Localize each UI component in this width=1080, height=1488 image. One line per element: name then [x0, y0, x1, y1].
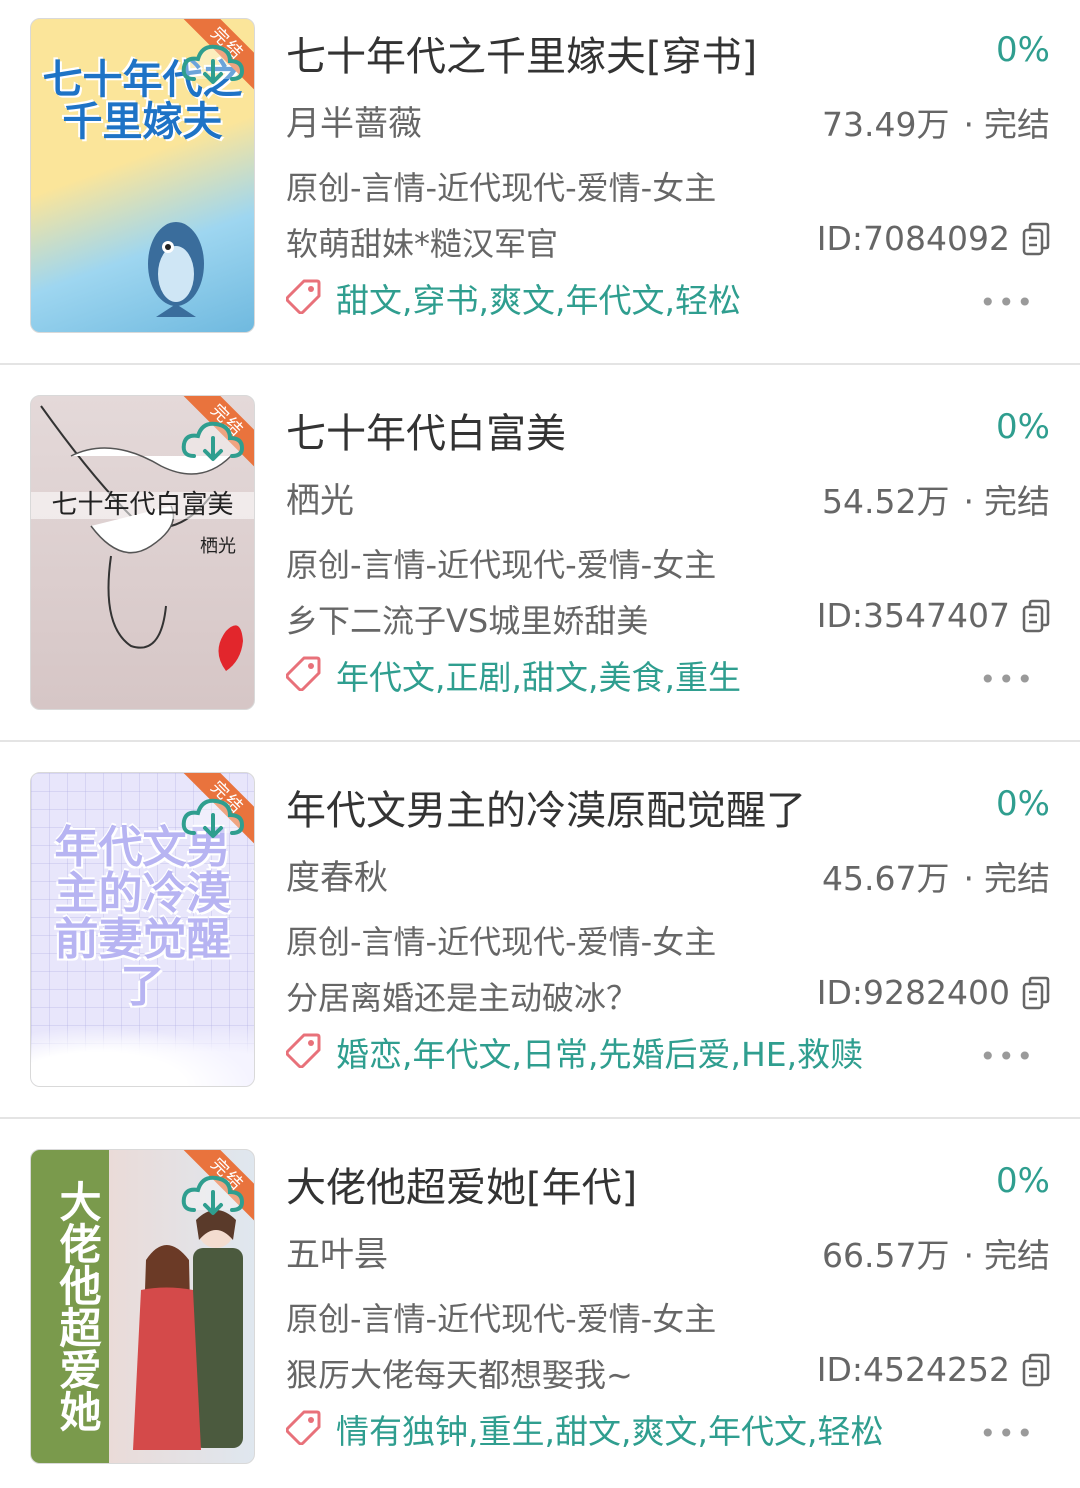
cover-title: 七十年代白富美	[31, 491, 254, 520]
fish-illustration-icon	[148, 222, 204, 317]
book-id[interactable]: ID:7084092	[817, 219, 1050, 258]
book-summary: 软萌甜妹*糙汉军官	[286, 225, 559, 263]
book-status: 完结	[984, 105, 1050, 144]
cover-title: 年代文男主的冷漠前妻觉醒了	[54, 822, 231, 1012]
copy-icon[interactable]	[1022, 1353, 1050, 1387]
cover-author: 栖光	[200, 536, 236, 557]
book-id-text: ID:9282400	[816, 973, 1010, 1012]
cloud-download-icon[interactable]	[180, 39, 246, 89]
cloud-download-icon[interactable]	[180, 416, 246, 466]
book-title[interactable]: 大佬他超爱她[年代]	[286, 1155, 637, 1213]
cloud-decoration	[31, 1026, 254, 1086]
copy-icon[interactable]	[1022, 222, 1050, 256]
more-dots-icon[interactable]: •••	[979, 286, 1035, 319]
book-cover[interactable]: 年代文男主的冷漠前妻觉醒了 完结	[30, 772, 255, 1087]
book-tags[interactable]: 年代文,正剧,甜文,美食,重生	[336, 651, 741, 699]
book-meta: 73.49万 · 完结	[822, 98, 1050, 146]
book-list: 七十年代之千里嫁夫 完结 七十年代之千里嫁夫[穿书] 0% 月半蔷薇 73.49…	[0, 0, 1080, 1488]
tag-icon	[286, 279, 321, 314]
separator-dot: ·	[963, 859, 975, 898]
book-tags[interactable]: 甜文,穿书,爽文,年代文,轻松	[336, 274, 741, 322]
word-count: 54.52万	[822, 482, 950, 521]
divider	[0, 740, 1080, 742]
book-id-text: ID:3547407	[816, 596, 1010, 635]
copy-icon[interactable]	[1022, 976, 1050, 1010]
cloud-download-icon[interactable]	[180, 1170, 246, 1220]
copy-icon[interactable]	[1022, 599, 1050, 633]
word-count: 45.67万	[822, 859, 950, 898]
divider	[0, 363, 1080, 365]
separator-dot: ·	[963, 105, 975, 144]
book-cover[interactable]: 七十年代白富美 栖光 完结	[30, 395, 255, 710]
book-genre: 原创-言情-近代现代-爱情-女主	[286, 169, 717, 207]
book-author[interactable]: 栖光	[286, 473, 354, 522]
couple-illustration-icon	[133, 1210, 243, 1450]
more-dots-icon[interactable]: •••	[979, 1417, 1035, 1450]
book-status: 完结	[984, 859, 1050, 898]
book-summary: 分居离婚还是主动破冰？	[286, 979, 639, 1017]
book-item[interactable]: 大佬他超爱她 完结 大佬他超爱她[年代] 0% 五叶昙 66.57万 · 完结 原创…	[0, 1131, 1080, 1488]
book-author[interactable]: 五叶昙	[286, 1227, 388, 1276]
book-id-text: ID:7084092	[816, 219, 1010, 258]
book-meta: 54.52万 · 完结	[822, 475, 1050, 523]
book-cover[interactable]: 大佬他超爱她 完结	[30, 1149, 255, 1464]
separator-dot: ·	[963, 1236, 975, 1275]
divider	[0, 1117, 1080, 1119]
tag-icon	[286, 1033, 321, 1068]
read-progress: 0%	[996, 784, 1050, 824]
cloud-download-icon[interactable]	[180, 793, 246, 843]
book-item[interactable]: 年代文男主的冷漠前妻觉醒了 完结 年代文男主的冷漠原配觉醒了 0% 度春秋 45…	[0, 754, 1080, 1131]
book-id[interactable]: ID:3547407	[817, 596, 1050, 635]
book-genre: 原创-言情-近代现代-爱情-女主	[286, 923, 717, 961]
read-progress: 0%	[996, 1161, 1050, 1201]
book-id-text: ID:4524252	[816, 1350, 1010, 1389]
word-count: 66.57万	[822, 1236, 950, 1275]
read-progress: 0%	[996, 407, 1050, 447]
more-dots-icon[interactable]: •••	[979, 1040, 1035, 1073]
book-cover[interactable]: 七十年代之千里嫁夫 完结	[30, 18, 255, 333]
book-tags[interactable]: 情有独钟,重生,甜文,爽文,年代文,轻松	[336, 1405, 883, 1453]
book-genre: 原创-言情-近代现代-爱情-女主	[286, 1300, 717, 1338]
book-tags[interactable]: 婚恋,年代文,日常,先婚后爱,HE,救赎	[336, 1028, 863, 1076]
book-status: 完结	[984, 482, 1050, 521]
book-id[interactable]: ID:9282400	[817, 973, 1050, 1012]
book-item[interactable]: 七十年代之千里嫁夫 完结 七十年代之千里嫁夫[穿书] 0% 月半蔷薇 73.49…	[0, 0, 1080, 377]
book-meta: 66.57万 · 完结	[822, 1229, 1050, 1277]
more-dots-icon[interactable]: •••	[979, 663, 1035, 696]
tag-icon	[286, 656, 321, 691]
separator-dot: ·	[963, 482, 975, 521]
cover-title: 大佬他超爱她	[53, 1180, 102, 1432]
book-title[interactable]: 年代文男主的冷漠原配觉醒了	[286, 778, 806, 836]
book-summary: 乡下二流子VS城里娇甜美	[286, 602, 649, 640]
book-author[interactable]: 度春秋	[286, 850, 388, 899]
book-title[interactable]: 七十年代之千里嫁夫[穿书]	[286, 24, 757, 82]
book-title[interactable]: 七十年代白富美	[286, 401, 566, 459]
book-author[interactable]: 月半蔷薇	[286, 96, 422, 145]
book-status: 完结	[984, 1236, 1050, 1275]
read-progress: 0%	[996, 30, 1050, 70]
book-item[interactable]: 七十年代白富美 栖光 完结 七十年代白富美 0% 栖光 54.52万 · 完结 原创…	[0, 377, 1080, 754]
book-summary: 狠厉大佬每天都想娶我~	[286, 1356, 633, 1394]
book-meta: 45.67万 · 完结	[822, 852, 1050, 900]
book-id[interactable]: ID:4524252	[817, 1350, 1050, 1389]
book-genre: 原创-言情-近代现代-爱情-女主	[286, 546, 717, 584]
word-count: 73.49万	[822, 105, 950, 144]
tag-icon	[286, 1410, 321, 1445]
